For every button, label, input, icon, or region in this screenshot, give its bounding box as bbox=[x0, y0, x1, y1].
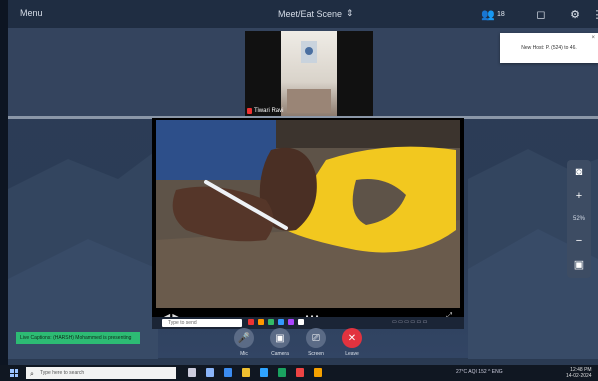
toast-text: New Host: P. (524) to 46. bbox=[521, 45, 577, 51]
screen-label: Screen bbox=[308, 351, 324, 357]
windows-taskbar: ⌕ Type here to search 27°C AQI 152 ^ ENG… bbox=[0, 365, 598, 381]
camera-label: Camera bbox=[271, 351, 289, 357]
color-palette bbox=[248, 319, 304, 325]
app-icon-3[interactable] bbox=[278, 368, 286, 377]
folder-icon[interactable] bbox=[242, 368, 250, 377]
clock[interactable]: 12:48 PM 14-02-2024 bbox=[566, 367, 592, 379]
participants-icon[interactable]: 👥 18 bbox=[481, 7, 505, 21]
presentation-tools[interactable]: ▭ ▭ ▭ ▭ ▭ ▭ bbox=[392, 319, 427, 325]
color-orange[interactable] bbox=[258, 319, 264, 325]
zoom-level: 52% bbox=[572, 215, 585, 222]
settings-icon[interactable]: ⚙ bbox=[568, 7, 582, 21]
screen-share-icon[interactable]: ⎚ bbox=[306, 328, 326, 348]
left-edge bbox=[0, 0, 8, 381]
chevron-down-icon: ⇕ bbox=[346, 8, 354, 18]
fit-screen-icon[interactable]: ▣ bbox=[574, 260, 584, 271]
camera-control[interactable]: ▣ Camera bbox=[270, 328, 290, 357]
color-blue[interactable] bbox=[278, 319, 284, 325]
leave-control[interactable]: ✕ Leave bbox=[342, 328, 362, 357]
participant-video bbox=[281, 31, 337, 116]
meeting-title-text: Meet/Eat Scene bbox=[278, 8, 343, 19]
search-placeholder: Type here to search bbox=[40, 370, 85, 376]
meeting-title[interactable]: Meet/Eat Scene ⇕ bbox=[278, 8, 354, 19]
chrome-icon[interactable] bbox=[296, 368, 304, 377]
leave-icon[interactable]: ✕ bbox=[342, 328, 362, 348]
right-toolbar: ◙ + 52% − ▣ bbox=[567, 160, 591, 278]
windows-start-icon[interactable] bbox=[10, 369, 18, 377]
share-icon[interactable]: ◻ bbox=[534, 7, 548, 21]
mic-label: Mic bbox=[240, 351, 248, 357]
camera-icon[interactable]: ▣ bbox=[270, 328, 290, 348]
chat-input[interactable]: Type to send bbox=[162, 319, 242, 327]
color-green[interactable] bbox=[268, 319, 274, 325]
taskbar-search[interactable]: ⌕ Type here to search bbox=[26, 367, 176, 379]
color-red[interactable] bbox=[248, 319, 254, 325]
app-icon-1[interactable] bbox=[206, 368, 214, 377]
taskbar-apps bbox=[188, 368, 322, 377]
edge-icon[interactable] bbox=[260, 368, 268, 377]
camera-icon[interactable]: ◙ bbox=[576, 166, 583, 178]
color-purple[interactable] bbox=[288, 319, 294, 325]
participant-name-tag: Tiwari Ravi bbox=[247, 108, 283, 114]
shared-video[interactable]: ◀ ▶ • • • ⤢ bbox=[152, 118, 464, 328]
mic-icon[interactable]: 🎤 bbox=[234, 328, 254, 348]
leave-label: Leave bbox=[345, 351, 359, 357]
menu-button[interactable]: Menu bbox=[20, 8, 43, 18]
close-icon[interactable]: × bbox=[591, 35, 595, 41]
app-icon-2[interactable] bbox=[224, 368, 232, 377]
more-icon[interactable]: ⋮ bbox=[590, 7, 598, 21]
zoom-out-icon[interactable]: − bbox=[576, 235, 582, 247]
meeting-controls: 🎤 Mic ▣ Camera ⎚ Screen ✕ Leave bbox=[234, 328, 362, 357]
top-bar: Menu Meet/Eat Scene ⇕ 👥 18 ◻ ⚙ ⋮ bbox=[8, 0, 598, 28]
video-frame bbox=[156, 120, 460, 308]
notification-toast[interactable]: New Host: P. (524) to 46. × bbox=[500, 33, 598, 63]
status-badge: Live Captions: (HARSH) Mohammed is prese… bbox=[16, 332, 140, 344]
app-icon-4[interactable] bbox=[314, 368, 322, 377]
clock-date: 14-02-2024 bbox=[566, 373, 592, 379]
participants-count: 18 bbox=[496, 10, 505, 18]
mic-control[interactable]: 🎤 Mic bbox=[234, 328, 254, 357]
color-white[interactable] bbox=[298, 319, 304, 325]
taskview-icon[interactable] bbox=[188, 368, 196, 377]
screen-control[interactable]: ⎚ Screen bbox=[306, 328, 326, 357]
room-image bbox=[287, 41, 331, 113]
app-window: Menu Meet/Eat Scene ⇕ 👥 18 ◻ ⚙ ⋮ Tiwari R… bbox=[0, 0, 598, 381]
search-icon: ⌕ bbox=[30, 371, 34, 378]
system-tray[interactable]: 27°C AQI 152 ^ ENG bbox=[456, 369, 503, 375]
participant-name: Tiwari Ravi bbox=[254, 108, 284, 114]
zoom-in-icon[interactable]: + bbox=[576, 191, 582, 202]
mic-off-icon bbox=[247, 108, 252, 114]
participant-thumbnail[interactable]: Tiwari Ravi bbox=[245, 31, 373, 116]
